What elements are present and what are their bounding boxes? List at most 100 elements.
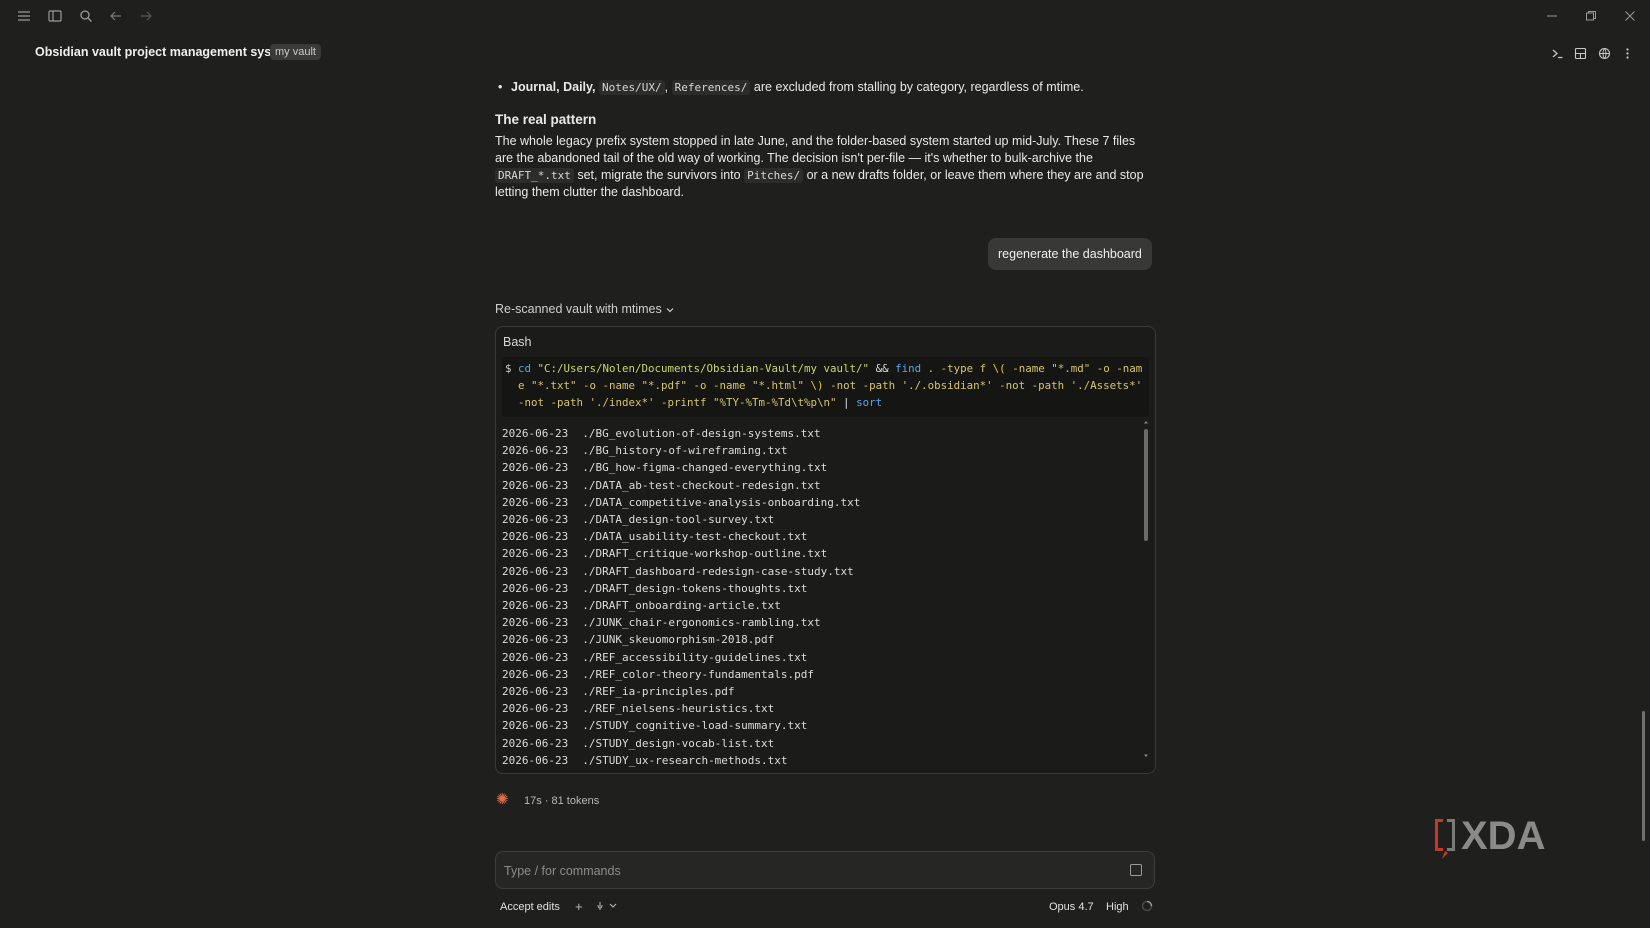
output-line: 2026-06-23 ./REF_nielsens-heuristics.txt xyxy=(502,700,774,717)
output-path: ./REF_nielsens-heuristics.txt xyxy=(582,702,775,716)
output-line: 2026-06-23 ./DATA_usability-test-checkout… xyxy=(502,528,807,545)
cmd-token: find xyxy=(895,362,922,375)
paragraph-text: set, migrate the survivors into xyxy=(577,168,741,182)
output-line: 2026-06-23 ./STUDY_design-vocab-list.txt xyxy=(502,735,774,752)
globe-icon[interactable] xyxy=(1596,45,1612,61)
minimize-icon[interactable] xyxy=(1541,6,1563,26)
page-scrollbar[interactable] xyxy=(1640,66,1648,852)
output-date: 2026-06-23 xyxy=(502,444,569,458)
output-line: 2026-06-23 ./JUNK_skeuomorphism-2018.pdf xyxy=(502,631,774,648)
output-date: 2026-06-23 xyxy=(502,513,569,526)
vault-badge: my vault xyxy=(270,44,321,60)
output-line: 2026-06-23 ./DATA_ab-test-checkout-redesi… xyxy=(502,477,821,494)
cmd-token: cd xyxy=(518,362,532,375)
output-date: 2026-06-23 xyxy=(502,581,569,595)
output-date: 2026-06-23 xyxy=(502,650,569,664)
terminal-icon[interactable] xyxy=(1549,45,1565,61)
output-line: 2026-06-23 ./DRAFT_critique-workshop-outl… xyxy=(502,545,827,562)
mic-icon xyxy=(597,902,617,910)
more-options-icon[interactable] xyxy=(1619,45,1635,61)
output-line: 2026-06-23 ./DATA_design-tool-survey.txt xyxy=(502,511,774,528)
output-path: ./REF_accessibility-guidelines.txt xyxy=(582,650,808,664)
title-bar xyxy=(0,0,1650,32)
bullet-dot: • xyxy=(498,80,503,94)
cmd-token: | xyxy=(843,396,850,409)
output-date: 2026-06-23 xyxy=(502,685,569,698)
output-date: 2026-06-23 xyxy=(502,547,569,561)
output-date: 2026-06-23 xyxy=(502,719,569,733)
chat-input[interactable] xyxy=(504,861,1104,881)
sidebar-toggle-icon[interactable] xyxy=(45,6,65,26)
separator-text: , xyxy=(664,80,669,94)
restore-icon[interactable] xyxy=(1580,6,1602,26)
output-line: 2026-06-23 ./BG_how-figma-changed-everyth… xyxy=(502,459,827,476)
paragraph-text: The whole legacy prefix system stopped i… xyxy=(495,134,1136,165)
output-date: 2026-06-23 xyxy=(502,667,569,681)
output-path: ./JUNK_skeuomorphism-2018.pdf xyxy=(582,633,775,647)
output-line: 2026-06-23 ./REF_ia-principles.pdf xyxy=(502,683,735,700)
output-date: 2026-06-23 xyxy=(502,616,569,630)
page-scroll-thumb[interactable] xyxy=(1642,711,1645,841)
mode-selector[interactable] xyxy=(596,900,618,912)
output-date: 2026-06-23 xyxy=(502,702,569,716)
cmd-token: . -type f xyxy=(927,362,987,375)
stop-icon[interactable] xyxy=(1130,864,1142,876)
scroll-up-icon[interactable] xyxy=(1143,419,1149,425)
output-date: 2026-06-23 xyxy=(502,461,569,475)
loading-spinner-icon xyxy=(1141,900,1153,912)
conversation-header: Obsidian vault project management system… xyxy=(0,36,1650,70)
user-message-bubble: regenerate the dashboard xyxy=(988,238,1152,270)
cmd-token: \) xyxy=(810,379,824,392)
tool-summary-toggle[interactable]: Re-scanned vault with mtimes xyxy=(495,302,675,316)
chat-input-box[interactable] xyxy=(495,851,1155,889)
bullet-bold-text: Journal, Daily, xyxy=(511,80,596,94)
command-output[interactable]: 2026-06-23 ./BG_evolution-of-design-syste… xyxy=(496,419,1136,769)
output-date: 2026-06-23 xyxy=(502,530,569,544)
back-arrow-icon[interactable] xyxy=(106,6,126,26)
spark-icon: ✺ xyxy=(496,791,509,808)
section-heading: The real pattern xyxy=(495,112,597,127)
add-button[interactable]: + xyxy=(575,899,583,914)
close-icon[interactable] xyxy=(1619,6,1641,26)
scroll-thumb[interactable] xyxy=(1144,429,1148,541)
inline-code: Pitches/ xyxy=(744,168,804,183)
output-path: ./DATA_design-tool-survey.txt xyxy=(582,513,775,526)
prompt-symbol: $ xyxy=(505,362,512,375)
menu-icon[interactable] xyxy=(14,6,34,26)
output-path: ./DATA_usability-test-checkout.txt xyxy=(582,530,808,544)
output-line: 2026-06-23 ./REF_color-theory-fundamental… xyxy=(502,666,814,683)
output-path: ./DRAFT_design-tokens-thoughts.txt xyxy=(582,581,808,595)
output-path: ./REF_color-theory-fundamentals.pdf xyxy=(582,667,815,681)
output-date: 2026-06-23 xyxy=(502,736,569,750)
bullet-text: are excluded from stalling by category, … xyxy=(753,80,1084,94)
scroll-down-icon[interactable] xyxy=(1143,753,1149,759)
model-selector[interactable]: Opus 4.7 xyxy=(1049,901,1094,913)
output-scrollbar[interactable] xyxy=(1143,419,1149,759)
cmd-token: \( xyxy=(992,362,1006,375)
cmd-token: sort xyxy=(856,396,883,409)
inline-code: Notes/UX/ xyxy=(599,80,665,95)
search-icon[interactable] xyxy=(76,6,96,26)
command-block: $ cd "C:/Users/Nolen/Documents/Obsidian-… xyxy=(502,357,1149,417)
output-path: ./DRAFT_dashboard-redesign-case-study.tx… xyxy=(582,564,854,578)
output-date: 2026-06-23 xyxy=(502,495,569,509)
conversation-title[interactable]: Obsidian vault project management system xyxy=(35,45,293,59)
output-date: 2026-06-23 xyxy=(502,753,569,767)
output-path: ./DATA_competitive-analysis-onboarding.t… xyxy=(582,495,861,509)
output-line: 2026-06-23 ./DRAFT_dashboard-redesign-cas… xyxy=(502,563,854,580)
paragraph: The whole legacy prefix system stopped i… xyxy=(495,133,1155,201)
assistant-message: • Journal, Daily, Notes/UX/, References/… xyxy=(495,78,1155,201)
output-path: ./BG_evolution-of-design-systems.txt xyxy=(582,427,821,440)
panel-icon[interactable] xyxy=(1572,45,1588,61)
output-line: 2026-06-23 ./STUDY_ux-research-methods.tx… xyxy=(502,752,788,769)
output-line: 2026-06-23 ./BG_history-of-wireframing.tx… xyxy=(502,442,788,459)
accept-edits-button[interactable]: Accept edits xyxy=(500,901,560,913)
bash-tool-panel: Bash $ cd "C:/Users/Nolen/Documents/Obsi… xyxy=(495,326,1156,774)
output-path: ./STUDY_design-vocab-list.txt xyxy=(582,736,775,750)
inline-code: DRAFT_*.txt xyxy=(495,168,574,183)
chevron-down-icon xyxy=(665,305,675,315)
forward-arrow-icon[interactable] xyxy=(136,6,156,26)
effort-selector[interactable]: High xyxy=(1106,901,1129,913)
watermark-text: XDA xyxy=(1461,815,1545,858)
output-date: 2026-06-23 xyxy=(502,427,569,440)
